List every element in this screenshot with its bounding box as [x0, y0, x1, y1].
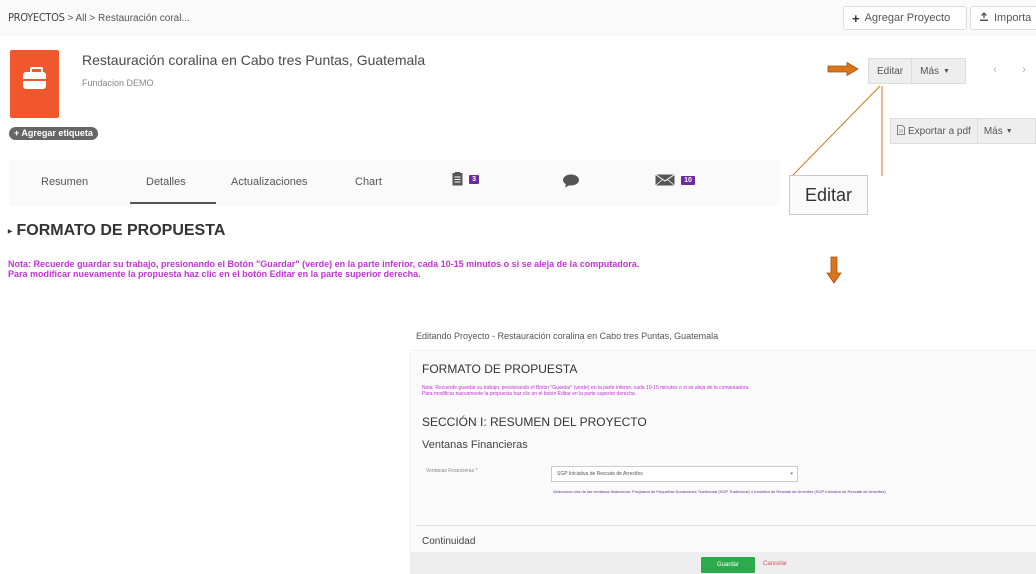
tab-chart[interactable]: Chart	[355, 176, 382, 188]
edit-section-title: SECCIÓN I: RESUMEN DEL PROYECTO	[422, 415, 647, 429]
edit-callout: Editar	[789, 175, 868, 215]
continuity-heading: Continuidad	[422, 536, 476, 547]
tab-comments[interactable]	[562, 174, 580, 191]
more-dropdown-secondary[interactable]: Más ▼	[978, 119, 1019, 143]
section-title-text: FORMATO DE PROPUESTA	[16, 222, 226, 239]
more-label: Más	[983, 125, 1003, 137]
chevron-left-icon[interactable]: ‹	[993, 62, 997, 76]
tab-actualizaciones[interactable]: Actualizaciones	[231, 176, 307, 188]
project-logo	[10, 50, 59, 118]
caret-down-icon: ▼	[1005, 127, 1013, 135]
breadcrumb-separator: >	[67, 13, 74, 24]
collapse-triangle-icon[interactable]: ▸	[8, 226, 12, 235]
edit-panel-header: Editando Proyecto - Restauración coralin…	[410, 323, 1036, 351]
funding-window-select[interactable]: SGP Iniciativa de Rescate de Arrecifes ▾	[551, 466, 798, 482]
save-button[interactable]: Guardar	[701, 557, 755, 573]
tab-resumen[interactable]: Resumen	[41, 176, 88, 188]
caret-down-icon: ▼	[943, 67, 950, 75]
funding-window-help: Seleccione una de las ventanas financier…	[553, 489, 886, 494]
upload-icon	[979, 11, 989, 25]
export-button-group: Exportar a pdf Más ▼	[890, 118, 1036, 144]
callout-connector	[791, 85, 883, 177]
pdf-document-icon	[897, 124, 905, 138]
breadcrumb: PROYECTOS > All > Restauración coral...	[8, 11, 190, 24]
project-title: Restauración coralina en Cabo tres Punta…	[82, 52, 426, 68]
export-pdf-button[interactable]: Exportar a pdf	[891, 119, 977, 143]
arrow-down-icon	[826, 256, 842, 284]
message-count-badge: 10	[681, 175, 695, 185]
section-heading: ▸ FORMATO DE PROPUESTA	[8, 222, 225, 240]
breadcrumb-current: Restauración coral...	[98, 13, 190, 24]
edit-form-note: Nota: Recuerde guardar su trabajo, presi…	[422, 385, 750, 397]
breadcrumb-root[interactable]: PROYECTOS	[8, 11, 65, 24]
breadcrumb-separator: >	[89, 13, 96, 24]
export-pdf-label: Exportar a pdf	[908, 125, 971, 137]
envelope-icon	[655, 174, 678, 186]
more-dropdown[interactable]: Más ▼	[912, 59, 958, 83]
briefcase-icon	[23, 67, 46, 89]
add-project-button[interactable]: + Agregar Proyecto	[843, 6, 967, 30]
tab-documents[interactable]: 3	[452, 172, 479, 186]
note-line: Nota: Recuerde guardar su trabajo, presi…	[8, 259, 640, 269]
edit-subsection-title: Ventanas Financieras	[422, 439, 528, 451]
active-tab-indicator	[130, 202, 216, 204]
tab-messages[interactable]: 10	[655, 174, 695, 186]
breadcrumb-all[interactable]: All	[76, 13, 87, 24]
save-reminder-note: Nota: Recuerde guardar su trabajo, presi…	[8, 259, 639, 279]
funding-window-label: Ventanas Financieras *	[426, 468, 478, 474]
funding-window-value: SGP Iniciativa de Rescate de Arrecifes	[557, 471, 643, 477]
add-project-label: Agregar Proyecto	[864, 12, 951, 24]
note-line: Para modificar nuevamente la propuesta h…	[8, 269, 421, 279]
more-label: Más	[920, 65, 940, 77]
document-count-badge: 3	[469, 174, 479, 184]
project-organization[interactable]: Fundacion DEMO	[82, 78, 154, 88]
document-icon	[452, 172, 466, 186]
edit-form-title: FORMATO DE PROPUESTA	[422, 362, 578, 376]
import-button[interactable]: Importa	[970, 6, 1036, 30]
chevron-right-icon[interactable]: ›	[1022, 62, 1026, 76]
caret-down-icon: ▾	[790, 471, 793, 477]
divider	[416, 525, 1036, 526]
edit-button[interactable]: Editar	[869, 59, 911, 83]
chat-bubble-icon	[562, 174, 580, 191]
tab-detalles[interactable]: Detalles	[146, 176, 186, 188]
cancel-link[interactable]: Cancelar	[763, 561, 787, 567]
edit-button-group: Editar Más ▼	[868, 58, 966, 84]
arrow-right-icon	[827, 62, 859, 76]
add-tag-button[interactable]: + Agregar etiqueta	[9, 127, 98, 140]
import-label: Importa	[994, 12, 1032, 24]
note-line: Para modificar nuevamente la propuesta h…	[422, 391, 637, 397]
plus-icon: +	[852, 10, 860, 26]
